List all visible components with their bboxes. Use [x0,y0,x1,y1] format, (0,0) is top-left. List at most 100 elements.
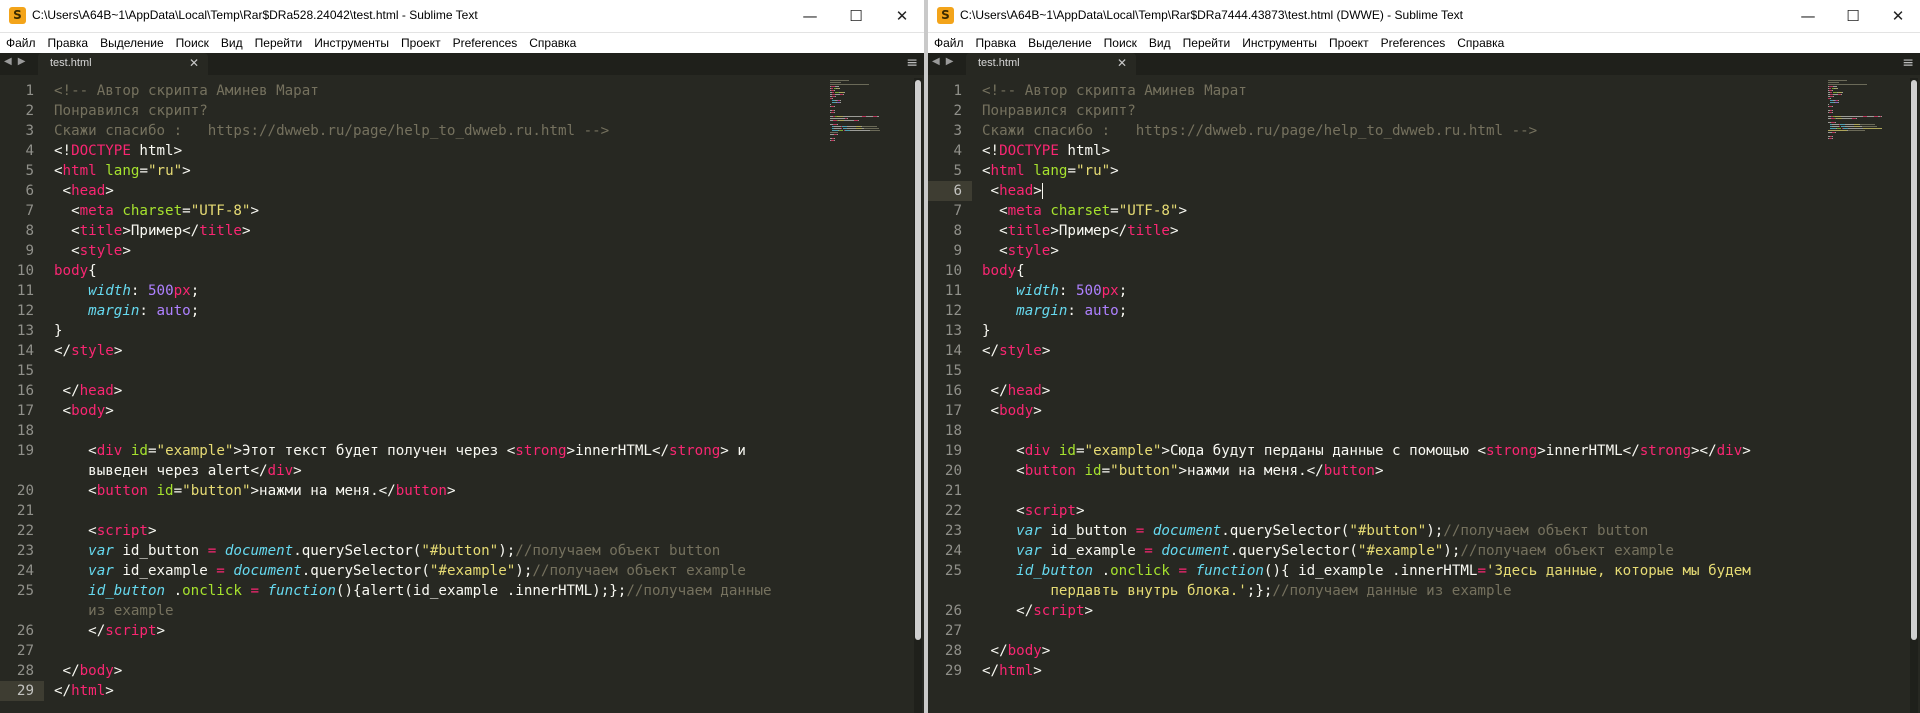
menu-file[interactable]: Файл [0,33,42,50]
code-line[interactable]: из example [54,601,173,621]
code-line[interactable]: var id_example = document.querySelector(… [982,541,1674,561]
code-line[interactable]: } [982,321,991,341]
menu-selection[interactable]: Выделение [1022,33,1098,50]
minimize-button[interactable]: — [790,4,830,28]
menu-tools[interactable]: Инструменты [308,33,395,50]
menu-view[interactable]: Вид [1143,33,1177,50]
code-line[interactable]: </script> [982,601,1093,621]
tab-close-icon[interactable]: ✕ [1117,56,1127,70]
code-line[interactable]: margin: auto; [54,301,199,321]
code-line[interactable]: <head> [982,181,1043,201]
scrollbar-thumb[interactable] [915,80,921,640]
menu-file[interactable]: Файл [928,33,970,50]
code-line[interactable]: </body> [982,641,1051,661]
maximize-button[interactable]: ☐ [836,4,876,28]
code-line[interactable]: </head> [54,381,123,401]
menu-project[interactable]: Проект [1323,33,1375,50]
code-line[interactable]: <meta charset="UTF-8"> [982,201,1187,221]
menu-find[interactable]: Поиск [170,33,215,50]
code-line[interactable]: выведен через alert</div> [54,461,302,481]
menu-goto[interactable]: Перейти [1177,33,1237,50]
tab-nav-arrows[interactable]: ◀▶ [4,56,31,67]
code-line[interactable]: margin: auto; [982,301,1127,321]
tab-test-html[interactable]: test.html ✕ [38,53,208,75]
title-bar[interactable]: S C:\Users\A64B~1\AppData\Local\Temp\Rar… [0,0,924,33]
code-line[interactable]: body{ [54,261,97,281]
menu-edit[interactable]: Правка [970,33,1023,50]
menu-find[interactable]: Поиск [1098,33,1143,50]
code-line[interactable]: <div id="example">Этот текст будет получ… [54,441,746,461]
scrollbar-thumb[interactable] [1911,80,1917,640]
code-line[interactable]: <html lang="ru"> [982,161,1119,181]
code-line[interactable]: <head> [54,181,114,201]
tab-menu-icon[interactable]: ≡ [1902,55,1914,71]
maximize-button[interactable]: ☐ [1833,4,1873,28]
minimap[interactable] [830,80,896,150]
menu-help[interactable]: Справка [523,33,582,50]
menu-project[interactable]: Проект [395,33,447,50]
code-line[interactable]: <!DOCTYPE html> [54,141,182,161]
tab-next-icon[interactable]: ▶ [18,56,32,67]
code-line[interactable]: <button id="button">нажми на меня.</butt… [54,481,455,501]
code-line[interactable]: id_button .onclick = function(){ id_exam… [982,561,1751,581]
code-line[interactable]: <style> [54,241,131,261]
code-line[interactable]: body{ [982,261,1025,281]
code-line[interactable]: <body> [982,401,1042,421]
menu-goto[interactable]: Перейти [249,33,309,50]
minimize-button[interactable]: — [1788,4,1828,28]
code-line[interactable]: <!-- Автор скрипта Аминев Марат [982,81,1247,101]
tab-test-html[interactable]: test.html ✕ [966,53,1136,75]
code-line[interactable]: <html lang="ru"> [54,161,191,181]
code-line[interactable]: </head> [982,381,1051,401]
vertical-scrollbar[interactable] [1910,78,1918,713]
code-line[interactable]: Скажи спасибо : https://dwweb.ru/page/he… [54,121,609,141]
code-line[interactable]: <!-- Автор скрипта Аминев Марат [54,81,319,101]
code-line[interactable]: </style> [54,341,122,361]
code-line[interactable]: id_button .onclick = function(){alert(id… [54,581,771,601]
code-line[interactable]: Понравился скрипт? [982,101,1136,121]
code-line[interactable]: <title>Пример</title> [54,221,250,241]
code-line[interactable]: <body> [54,401,114,421]
menu-preferences[interactable]: Preferences [1375,33,1452,50]
code-line[interactable]: пердавть внутрь блока.';};//получаем дан… [982,581,1511,601]
close-button[interactable]: ✕ [882,4,922,28]
vertical-scrollbar[interactable] [914,78,922,713]
code-line[interactable]: var id_example = document.querySelector(… [54,561,746,581]
close-button[interactable]: ✕ [1878,4,1918,28]
code-line[interactable]: </style> [982,341,1050,361]
code-line[interactable]: width: 500px; [982,281,1127,301]
code-line[interactable]: var id_button = document.querySelector("… [982,521,1648,541]
menu-selection[interactable]: Выделение [94,33,170,50]
code-line[interactable]: width: 500px; [54,281,199,301]
tab-close-icon[interactable]: ✕ [189,56,199,70]
code-line[interactable]: Скажи спасибо : https://dwweb.ru/page/he… [982,121,1537,141]
tab-prev-icon[interactable]: ◀ [932,56,946,67]
tab-prev-icon[interactable]: ◀ [4,56,18,67]
code-line[interactable]: <title>Пример</title> [982,221,1178,241]
code-line[interactable]: <script> [982,501,1084,521]
code-editor[interactable]: 1 2 3 4 5 6 7 8 9 10 11 12 13 14 15 16 17 18 19 20 21 22 23 24 2… [928,76,1920,713]
tab-next-icon[interactable]: ▶ [946,56,960,67]
menu-help[interactable]: Справка [1451,33,1510,50]
tab-menu-icon[interactable]: ≡ [906,55,918,71]
minimap[interactable] [1828,80,1894,150]
title-bar[interactable]: S C:\Users\A64B~1\AppData\Local\Temp\Rar… [928,0,1920,33]
code-line[interactable]: var id_button = document.querySelector("… [54,541,720,561]
menu-view[interactable]: Вид [215,33,249,50]
code-line[interactable]: <button id="button">нажми на меня.</butt… [982,461,1383,481]
code-line[interactable]: Понравился скрипт? [54,101,208,121]
code-line[interactable]: <meta charset="UTF-8"> [54,201,259,221]
code-line[interactable]: <script> [54,521,156,541]
menu-tools[interactable]: Инструменты [1236,33,1323,50]
code-line[interactable]: <!DOCTYPE html> [982,141,1110,161]
tab-nav-arrows[interactable]: ◀▶ [932,56,959,67]
menu-preferences[interactable]: Preferences [447,33,524,50]
code-line[interactable]: <div id="example">Сюда будут перданы дан… [982,441,1751,461]
code-line[interactable]: <style> [982,241,1059,261]
code-line[interactable]: </html> [54,681,114,701]
code-line[interactable]: </body> [54,661,123,681]
code-line[interactable]: </script> [54,621,165,641]
code-line[interactable]: </html> [982,661,1042,681]
menu-edit[interactable]: Правка [42,33,95,50]
code-line[interactable]: } [54,321,63,341]
